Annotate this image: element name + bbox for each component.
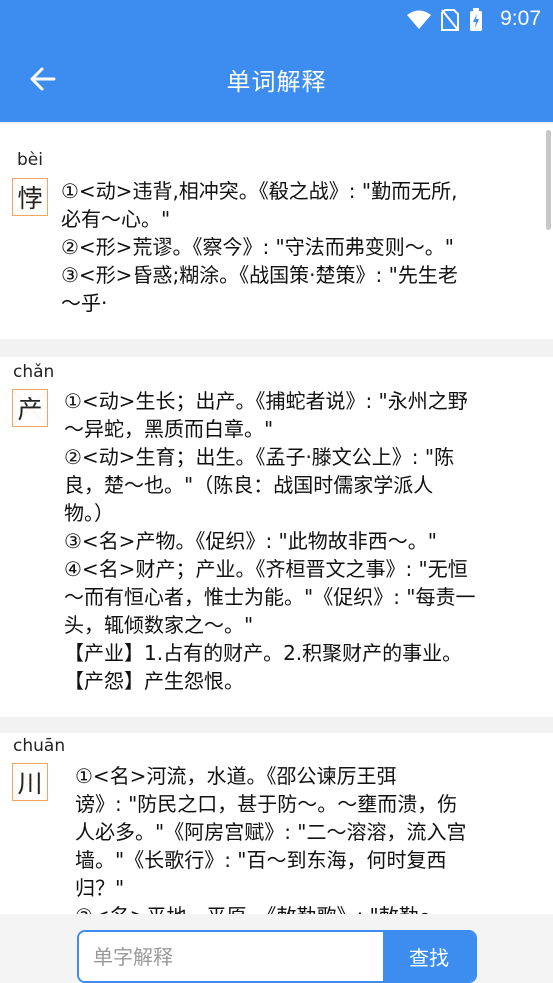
status-bar: 9:07 xyxy=(0,0,553,38)
entry-pinyin: chuān xyxy=(13,736,66,756)
top-bar: 9:07 单词解释 xyxy=(0,0,553,122)
entry-definition: ①<名>河流，水道。《邵公谏厉王弭 谤》: "防民之口，甚于防～。～壅而溃，伤 … xyxy=(75,764,467,914)
entry-char: 川 xyxy=(12,763,48,801)
entry-card: chuān 川 ①<名>河流，水道。《邵公谏厉王弭 谤》: "防民之口，甚于防～… xyxy=(0,733,553,914)
search-box: 查找 xyxy=(77,930,477,983)
search-input[interactable] xyxy=(79,932,383,981)
entry-pinyin: bèi xyxy=(17,150,43,170)
entry-definition: ①<动>违背,相冲突。《殽之战》: "勤而无所, 必有～心。" ②<形>荒谬。《… xyxy=(61,179,458,315)
entry-definition: ①<动>生长；出产。《捕蛇者说》: "永州之野 ～异蛇，黑质而白章。" ②<动>… xyxy=(64,389,476,693)
bottom-search-bar: 查找 xyxy=(0,914,553,983)
wifi-icon xyxy=(407,10,431,29)
status-time: 9:07 xyxy=(500,7,541,30)
scrollbar-thumb[interactable] xyxy=(546,130,551,230)
no-sim-icon xyxy=(441,9,459,31)
entry-card: bèi 悖 ①<动>违背,相冲突。《殽之战》: "勤而无所, 必有～心。" ②<… xyxy=(0,124,553,339)
entry-char: 悖 xyxy=(12,178,48,216)
search-button[interactable]: 查找 xyxy=(383,932,475,981)
entry-char: 产 xyxy=(12,389,48,427)
page-title: 单词解释 xyxy=(226,68,327,96)
entry-pinyin: chǎn xyxy=(13,362,55,382)
battery-charging-icon xyxy=(470,8,482,31)
entry-card: chǎn 产 ①<动>生长；出产。《捕蛇者说》: "永州之野 ～异蛇，黑质而白章… xyxy=(0,357,553,717)
status-icons xyxy=(407,8,483,32)
word-list[interactable]: bèi 悖 ①<动>违背,相冲突。《殽之战》: "勤而无所, 必有～心。" ②<… xyxy=(0,122,553,914)
app-bar: 单词解释 xyxy=(0,38,553,122)
